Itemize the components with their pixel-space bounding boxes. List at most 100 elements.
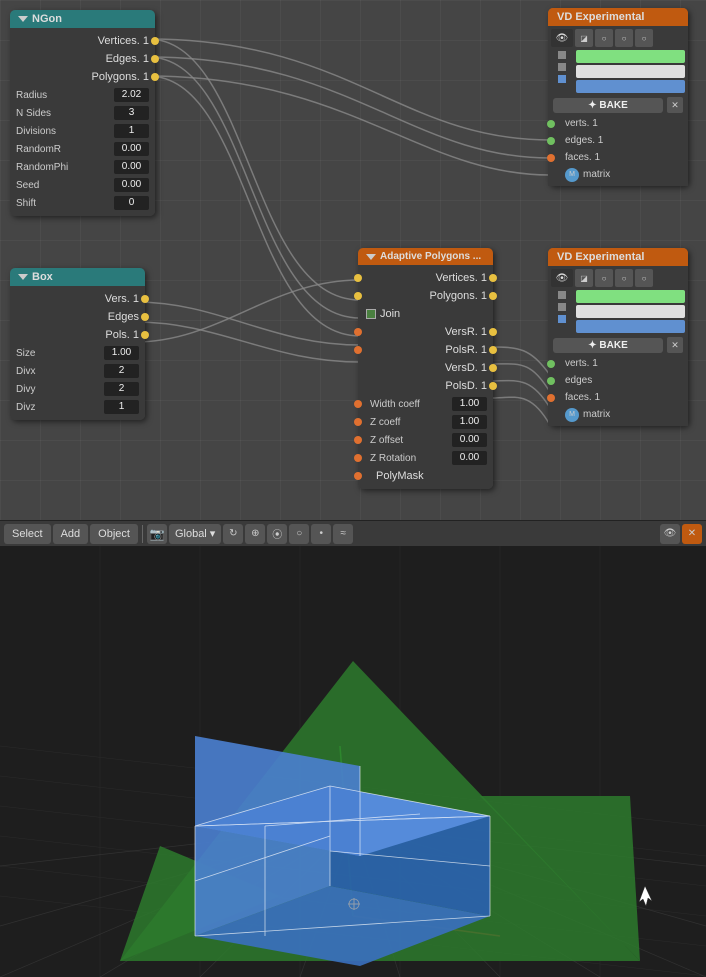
adaptive-out-polsr[interactable] [489,346,497,354]
close-viewport-icon[interactable]: ✕ [682,524,702,544]
adaptive-zcoeff-socket[interactable] [354,418,362,426]
adaptive-width-value[interactable]: 1.00 [452,397,487,411]
vd1-title: VD Experimental [557,11,644,23]
ngon-randomr-value[interactable]: 0.00 [114,142,149,156]
adaptive-polymask-socket[interactable] [354,472,362,480]
vd2-eye-icon[interactable]: 👁 [551,269,573,287]
vd1-icon1[interactable]: ◪ [575,29,593,47]
adaptive-in-socket3[interactable] [354,328,362,336]
adaptive-zoffset-value[interactable]: 0.00 [452,433,487,447]
box-size-value[interactable]: 1.00 [104,346,139,360]
vd1-bake-button[interactable]: ✦ BAKE [553,98,663,113]
ngon-shift-value[interactable]: 0 [114,196,149,210]
proportional-icon[interactable]: ○ [289,524,309,544]
vd2-title: VD Experimental [557,251,644,263]
select-button[interactable]: Select [4,524,51,544]
vd2-bake-button[interactable]: ✦ BAKE [553,338,663,353]
snap-icon[interactable]: ⊕ [245,524,265,544]
vd2-icon1[interactable]: ◪ [575,269,593,287]
adaptive-polymask-row: PolyMask [358,467,493,485]
camera-icon[interactable]: 📷 [147,524,167,544]
adaptive-in-socket1[interactable] [354,274,362,282]
box-divz-value[interactable]: 1 [104,400,139,414]
ngon-vertices-socket[interactable] [151,37,159,45]
adaptive-out-polygons[interactable] [489,292,497,300]
vd1-faces-row: faces. 1 [551,149,685,166]
adaptive-out-versd[interactable] [489,364,497,372]
adaptive-zrot-value[interactable]: 0.00 [452,451,487,465]
object-button[interactable]: Object [90,524,138,544]
viewport-3d[interactable] [0,546,706,977]
box-node[interactable]: Box Vers. 1 Edges Pols. 1 Size 1.00 Divx… [10,268,145,420]
vd2-edges-socket[interactable] [547,377,555,385]
vd1-faces-socket[interactable] [547,154,555,162]
ngon-collapse-triangle[interactable] [18,16,28,22]
box-pols-label: Pols. 1 [105,329,139,341]
ngon-polygons-socket[interactable] [151,73,159,81]
ngon-nsides-value[interactable]: 3 [114,106,149,120]
ngon-radius-value[interactable]: 2.02 [114,88,149,102]
adaptive-zoffset-socket[interactable] [354,436,362,444]
vd2-x-button[interactable]: ✕ [667,337,683,353]
vd1-icon4[interactable]: ○ [635,29,653,47]
box-vers-socket[interactable] [141,295,149,303]
view-icon[interactable]: 👁 [660,524,680,544]
vd1-matrix-row: M matrix [551,166,685,183]
box-edges-socket[interactable] [141,313,149,321]
ngon-node[interactable]: NGon Vertices. 1 Edges. 1 Polygons. 1 Ra… [10,10,155,216]
global-dropdown[interactable]: Global ▾ [169,524,221,544]
vd1-icon2[interactable]: ○ [595,29,613,47]
adaptive-join-label: Join [380,308,400,320]
vd2-verts-socket[interactable] [547,360,555,368]
vd1-eye-icon[interactable]: 👁 [551,29,573,47]
vd1-x-button[interactable]: ✕ [667,97,683,113]
adaptive-in-socket4[interactable] [354,346,362,354]
box-pols-socket[interactable] [141,331,149,339]
vd2-matrix-label: matrix [583,409,610,420]
vd2-node[interactable]: VD Experimental 👁 ◪ ○ ○ ○ [548,248,688,426]
wave-icon[interactable]: ≈ [333,524,353,544]
ngon-field-radius: Radius 2.02 [10,86,155,104]
adaptive-in-socket2[interactable] [354,292,362,300]
box-divy-value[interactable]: 2 [104,382,139,396]
ngon-edges-label: Edges. 1 [106,53,149,65]
adaptive-out-versr[interactable] [489,328,497,336]
adaptive-versd-label: VersD. 1 [445,362,487,374]
ngon-seed-label: Seed [16,180,114,191]
vd2-header: VD Experimental [548,248,688,266]
dot-icon[interactable]: • [311,524,331,544]
add-button[interactable]: Add [53,524,89,544]
adaptive-out-polsd[interactable] [489,382,497,390]
ngon-seed-value[interactable]: 0.00 [114,178,149,192]
adaptive-triangle[interactable] [366,254,376,260]
vd2-icon3[interactable]: ○ [615,269,633,287]
viewport-svg [0,546,706,977]
vd1-icon3[interactable]: ○ [615,29,633,47]
adaptive-node[interactable]: Adaptive Polygons ... Vertices. 1 Polygo… [358,248,493,489]
global-label: Global [175,528,207,540]
box-collapse-triangle[interactable] [18,274,28,280]
ngon-edges-socket[interactable] [151,55,159,63]
vd1-edges-socket[interactable] [547,137,555,145]
vd1-node[interactable]: VD Experimental 👁 ◪ ○ ○ ○ [548,8,688,186]
vd2-faces-socket[interactable] [547,394,555,402]
adaptive-join-checkbox[interactable] [366,309,376,319]
vd1-verts-socket[interactable] [547,120,555,128]
vd2-icon4[interactable]: ○ [635,269,653,287]
transform-icon[interactable]: ↻ [223,524,243,544]
ngon-randomphi-value[interactable]: 0.00 [114,160,149,174]
adaptive-versd-row: VersD. 1 [358,359,493,377]
adaptive-width-socket[interactable] [354,400,362,408]
adaptive-zrot-socket[interactable] [354,454,362,462]
vd2-icon2[interactable]: ○ [595,269,613,287]
adaptive-out-vertices[interactable] [489,274,497,282]
ngon-shift-label: Shift [16,198,114,209]
box-field-size: Size 1.00 [10,344,145,362]
ngon-vertices-label: Vertices. 1 [98,35,149,47]
box-divx-value[interactable]: 2 [104,364,139,378]
adaptive-zcoeff-value[interactable]: 1.00 [452,415,487,429]
ngon-divisions-value[interactable]: 1 [114,124,149,138]
adaptive-zcoeff-row: Z coeff 1.00 [358,413,493,431]
vd1-bar-green [576,50,685,63]
pivot-icon[interactable]: ⦿ [267,524,287,544]
